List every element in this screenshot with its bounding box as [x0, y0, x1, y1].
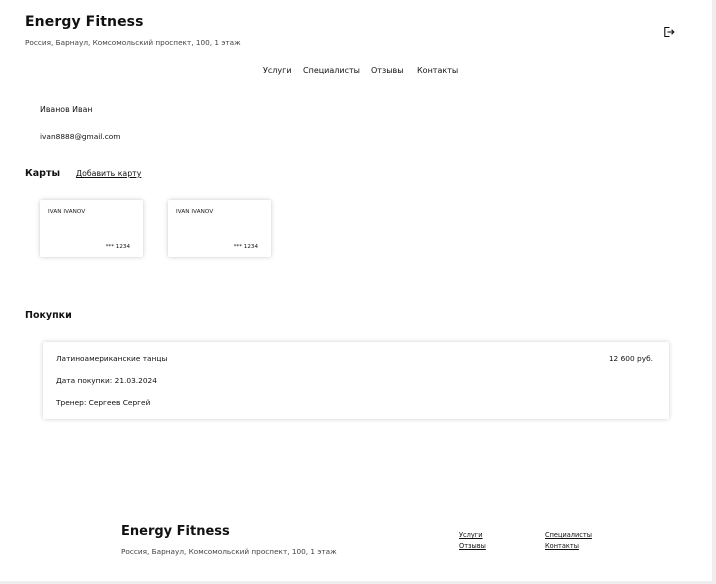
- card-number: *** 1234: [233, 244, 258, 250]
- nav-reviews[interactable]: Отзывы: [371, 66, 404, 75]
- nav-specialists[interactable]: Специалисты: [303, 66, 360, 75]
- logout-icon[interactable]: [663, 23, 675, 38]
- footer-link-specialists[interactable]: Специалисты: [545, 531, 592, 539]
- purchase-trainer: Тренер: Сергеев Сергей: [56, 398, 151, 407]
- payment-card[interactable]: IVAN IVANOV *** 1234: [168, 200, 271, 257]
- footer-link-reviews[interactable]: Отзывы: [459, 542, 486, 550]
- user-name: Иванов Иван: [40, 105, 93, 114]
- user-email: ivan8888@gmail.com: [40, 132, 121, 141]
- purchases-title: Покупки: [25, 310, 72, 321]
- cards-title: Карты: [25, 168, 61, 179]
- profile-page: Energy Fitness Россия, Барнаул, Комсомол…: [0, 0, 716, 584]
- payment-card[interactable]: IVAN IVANOV *** 1234: [40, 200, 143, 257]
- card-holder: IVAN IVANOV: [48, 209, 86, 215]
- scrollbar-track[interactable]: [712, 0, 716, 584]
- purchase-date: Дата покупки: 21.03.2024: [56, 376, 157, 385]
- footer-link-contacts[interactable]: Контакты: [545, 542, 579, 550]
- purchase-item: Латиноамериканские танцы 12 600 руб. Дат…: [43, 342, 669, 419]
- nav-services[interactable]: Услуги: [263, 66, 292, 75]
- nav-contacts[interactable]: Контакты: [417, 66, 458, 75]
- card-holder: IVAN IVANOV: [176, 209, 214, 215]
- brand-title[interactable]: Energy Fitness: [25, 14, 144, 30]
- add-card-link[interactable]: Добавить карту: [76, 169, 141, 178]
- purchase-price: 12 600 руб.: [608, 354, 653, 363]
- card-number: *** 1234: [105, 244, 130, 250]
- brand-address: Россия, Барнаул, Комсомольский проспект,…: [25, 38, 241, 47]
- footer-address: Россия, Барнаул, Комсомольский проспект,…: [121, 547, 337, 556]
- footer-brand[interactable]: Energy Fitness: [121, 524, 230, 539]
- footer-link-services[interactable]: Услуги: [459, 531, 483, 539]
- purchase-name: Латиноамериканские танцы: [56, 354, 168, 363]
